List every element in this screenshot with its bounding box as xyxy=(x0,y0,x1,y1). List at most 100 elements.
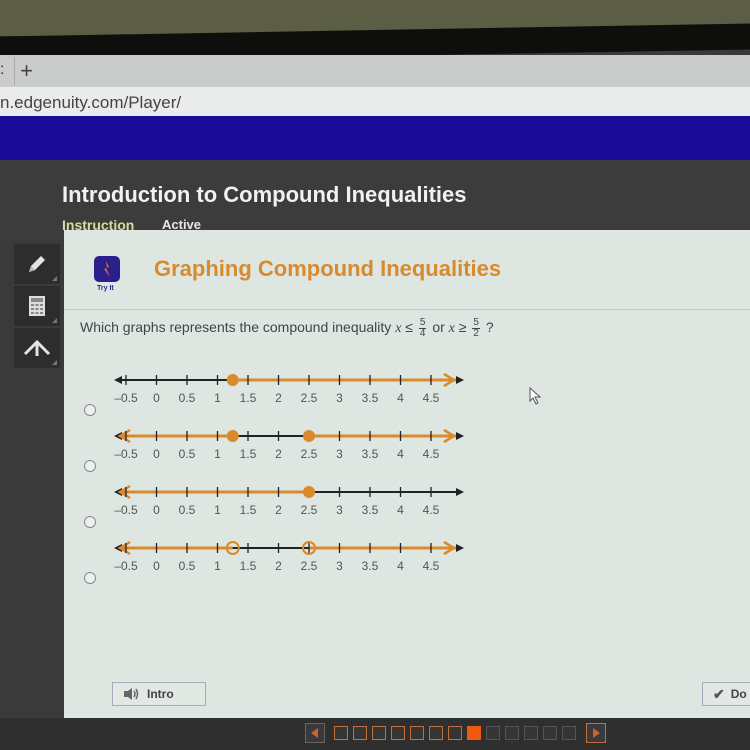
tick-label: 4.5 xyxy=(423,447,440,461)
answer-option-b[interactable]: –0.5 0 0.5 1 1.5 2 2.5 3 3.5 4 4.5 xyxy=(82,422,482,474)
tick-label: 2.5 xyxy=(301,559,318,573)
tick-label: –0.5 xyxy=(114,559,138,573)
tick-label: –0.5 xyxy=(114,447,138,461)
calculator-icon xyxy=(29,296,45,316)
question-var1: x xyxy=(395,321,402,337)
reference-tool-button[interactable] xyxy=(14,328,60,368)
tick-label: 3.5 xyxy=(362,391,379,405)
tick-label: 4 xyxy=(397,559,404,573)
tick-label: 0.5 xyxy=(179,503,196,517)
question-prefix: Which graphs represents the compound ine… xyxy=(80,319,392,336)
page-indicator[interactable] xyxy=(448,726,462,740)
page-indicator[interactable] xyxy=(410,726,424,740)
radio-option-d[interactable] xyxy=(84,572,96,584)
tick-label: 3 xyxy=(336,503,343,517)
tick-label: 1 xyxy=(214,503,221,517)
new-tab-button[interactable]: + xyxy=(14,57,38,85)
intro-button[interactable]: Intro xyxy=(112,682,206,706)
page-indicator[interactable] xyxy=(429,726,443,740)
number-line-a: –0.5 0 0.5 1 1.5 2 2.5 3 3.5 4 4.5 xyxy=(114,372,464,405)
previous-page-button[interactable] xyxy=(305,723,325,743)
address-bar[interactable]: n.edgenuity.com/Player/ xyxy=(0,87,750,117)
page-indicator[interactable] xyxy=(353,726,367,740)
number-line-c: –0.5 0 0.5 1 1.5 2 2.5 3 3.5 4 4.5 xyxy=(114,484,464,517)
intro-label: Intro xyxy=(147,687,174,701)
content-header: Try It Graphing Compound Inequalities xyxy=(64,230,750,310)
try-it-label: Try It xyxy=(97,285,114,292)
tick-label: 4 xyxy=(397,447,404,461)
page-indicator[interactable] xyxy=(334,726,348,740)
tick-label: –0.5 xyxy=(114,503,138,517)
tick-label: 3.5 xyxy=(362,447,379,461)
site-banner xyxy=(0,116,750,160)
axis-arrow-right xyxy=(456,544,464,552)
tick-label: 0.5 xyxy=(179,559,196,573)
content-panel: Try It Graphing Compound Inequalities Wh… xyxy=(64,230,750,718)
tick-label: 1.5 xyxy=(240,391,257,405)
tick-label: 3.5 xyxy=(362,503,379,517)
tick-label: 2 xyxy=(275,391,282,405)
page-indicator[interactable] xyxy=(505,726,519,740)
page-indicator[interactable] xyxy=(467,726,481,740)
side-toolbar xyxy=(14,244,62,370)
tick-label: 2 xyxy=(275,559,282,573)
browser-tab-partial[interactable]: : xyxy=(0,61,4,79)
arrow-left-icon xyxy=(311,728,318,738)
tick-label: 3 xyxy=(336,559,343,573)
question-text: Which graphs represents the compound ine… xyxy=(80,318,494,339)
url-text[interactable]: n.edgenuity.com/Player/ xyxy=(0,93,181,113)
axis-arrow-right xyxy=(456,432,464,440)
lesson-title: Introduction to Compound Inequalities xyxy=(62,182,467,207)
tick-label: 2.5 xyxy=(301,391,318,405)
reference-icon xyxy=(23,339,51,356)
axis-arrow-right xyxy=(456,488,464,496)
pencil-tool-button[interactable] xyxy=(14,244,60,284)
page-indicator[interactable] xyxy=(562,726,576,740)
frac2-den: 2 xyxy=(473,328,479,339)
answer-option-a[interactable]: –0.5 0 0.5 1 1.5 2 2.5 3 3.5 4 4.5 xyxy=(82,366,482,418)
number-line-b: –0.5 0 0.5 1 1.5 2 2.5 3 3.5 4 4.5 xyxy=(114,428,464,461)
radio-option-c[interactable] xyxy=(84,516,96,528)
tick-label: 1.5 xyxy=(240,447,257,461)
question-connector: or xyxy=(432,319,445,336)
tick-label: 4 xyxy=(397,503,404,517)
page-indicator[interactable] xyxy=(524,726,538,740)
answer-option-c[interactable]: –0.5 0 0.5 1 1.5 2 2.5 3 3.5 4 4.5 xyxy=(82,478,482,530)
radio-option-a[interactable] xyxy=(84,404,96,416)
done-button[interactable]: ✔ Do xyxy=(702,682,750,706)
checkmark-icon: ✔ xyxy=(713,685,725,702)
tick-label: 1.5 xyxy=(240,559,257,573)
tick-label: 2 xyxy=(275,447,282,461)
closed-endpoint xyxy=(226,430,239,442)
page-indicator[interactable] xyxy=(543,726,557,740)
question-op1: ≤ xyxy=(405,319,413,336)
page-indicator[interactable] xyxy=(486,726,500,740)
number-line-d: –0.5 0 0.5 1 1.5 2 2.5 3 3.5 4 4.5 xyxy=(114,540,464,573)
tick-label: 0 xyxy=(153,503,160,517)
page-indicator[interactable] xyxy=(372,726,386,740)
tick-label: 3 xyxy=(336,391,343,405)
mouse-cursor-icon xyxy=(529,387,542,405)
calculator-tool-button[interactable] xyxy=(14,286,60,326)
axis-arrow-left xyxy=(114,376,122,384)
tick-label: 3 xyxy=(336,447,343,461)
question-var2: x xyxy=(448,321,455,337)
closed-endpoint xyxy=(303,430,315,442)
closed-endpoint xyxy=(226,374,239,386)
question-suffix: ? xyxy=(485,319,494,336)
done-label: Do xyxy=(730,687,747,701)
next-page-button[interactable] xyxy=(586,723,606,743)
question-op2: ≥ xyxy=(458,319,467,336)
page-indicator[interactable] xyxy=(391,726,405,740)
tick-label: 1 xyxy=(214,559,221,573)
speaker-icon xyxy=(124,688,139,700)
tick-label: 1.5 xyxy=(240,503,257,517)
tick-label: 4.5 xyxy=(423,559,440,573)
tick-label: 0.5 xyxy=(179,447,196,461)
section-title: Graphing Compound Inequalities xyxy=(154,256,502,281)
tick-label: 0 xyxy=(153,559,160,573)
tick-label: 2.5 xyxy=(301,503,318,517)
answer-option-d[interactable]: –0.5 0 0.5 1 1.5 2 2.5 3 3.5 4 4.5 xyxy=(82,534,482,586)
radio-option-b[interactable] xyxy=(84,460,96,472)
fraction-5-4: 54 xyxy=(418,318,427,339)
